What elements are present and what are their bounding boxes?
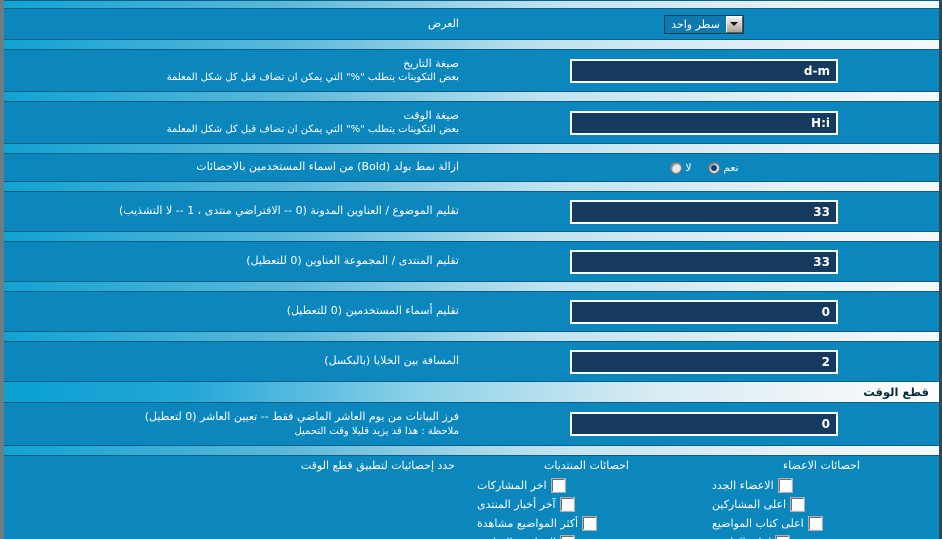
divider-8: [4, 445, 939, 456]
settings-page: سطر واحد العرض صيغة التاريخ بعض التكوينا…: [0, 0, 942, 539]
checkbox-new-members[interactable]: [777, 478, 793, 493]
radio-option-yes[interactable]: نعم: [707, 161, 739, 174]
row-cell-spacing: المسافة بين الخلايا (بالبكسل): [4, 342, 939, 381]
checkbox-latest-forum-news[interactable]: [559, 497, 575, 512]
radio-yes-label: نعم: [723, 161, 739, 174]
checkbox-label: آخر أخبار المنتدى: [477, 498, 556, 511]
checkbox-row[interactable]: اخر المشاركات: [477, 476, 696, 495]
time-format-sub: بعض التكوينات يتطلب "%" التي يمكن ان تضا…: [166, 124, 459, 136]
time-cutoff-sub: ملاحظة : هذا قد يزيد قليلا وقت التحميل: [294, 425, 459, 437]
column-stats-selector: حدد إحصائيات لتطبيق قطع الوقت: [4, 458, 469, 539]
row-trim-topic: تقليم الموضوع / العناوين المدونة (0 -- ا…: [4, 192, 939, 231]
row-display: سطر واحد العرض: [4, 9, 939, 39]
checkbox-label: اعلى كتاب المواضيع: [712, 517, 804, 530]
row-date-format: صيغة التاريخ بعض التكوينات يتطلب "%" الت…: [4, 50, 939, 91]
display-select-value: سطر واحد: [665, 15, 726, 33]
checkbox-row[interactable]: آخر أخبار المنتدى: [477, 495, 696, 514]
section-title: قطع الوقت: [863, 385, 929, 399]
display-label: العرض: [427, 16, 459, 30]
cell-spacing-label: المسافة بين الخلايا (بالبكسل): [324, 354, 459, 368]
date-format-cell: [469, 58, 939, 83]
remove-bold-cell: نعم لا: [469, 161, 939, 174]
trim-usernames-input[interactable]: [570, 299, 838, 324]
time-cutoff-input[interactable]: [570, 412, 838, 436]
column-members: احصائات الاعضاء الاعضاء الجدد اعلى المشا…: [704, 458, 939, 539]
checkbox-row[interactable]: أكثر المواضيع مشاهدة: [477, 514, 696, 533]
checkbox-row[interactable]: الاعضاء الجدد: [712, 476, 931, 495]
trim-usernames-label: تقليم أسماء المستخدمين (0 للتعطيل): [286, 304, 459, 318]
row-time-format: صيغة الوقت بعض التكوينات يتطلب "%" التي …: [4, 102, 939, 143]
divider-top: [4, 0, 939, 9]
remove-bold-label: ازالة نمط بولد (Bold) من اسماء المستخدمي…: [196, 160, 459, 174]
trim-forum-input[interactable]: [570, 249, 838, 274]
divider-7: [4, 331, 939, 342]
date-format-sub: بعض التكوينات يتطلب "%" التي يمكن ان تضا…: [166, 72, 459, 84]
divider-6: [4, 281, 939, 292]
trim-forum-cell: [469, 249, 939, 274]
time-cutoff-label-group: فرز البيانات من يوم العاشر الماضي فقط --…: [4, 408, 469, 440]
cell-spacing-cell: [469, 349, 939, 374]
radio-option-no[interactable]: لا: [669, 161, 692, 174]
section-header-time-cut: قطع الوقت: [4, 381, 939, 403]
cell-spacing-input[interactable]: [570, 349, 838, 374]
divider-4: [4, 181, 939, 192]
display-select[interactable]: سطر واحد: [664, 14, 744, 34]
date-format-input[interactable]: [570, 58, 838, 83]
checkbox-top-topic-writers[interactable]: [807, 516, 823, 531]
radio-no-label: لا: [685, 161, 692, 174]
checkbox-label: اعلى المشاركين: [712, 498, 787, 511]
divider-2: [4, 91, 939, 102]
stats-columns: احصائات الاعضاء الاعضاء الجدد اعلى المشا…: [4, 456, 939, 539]
time-format-cell: [469, 110, 939, 135]
date-format-label-group: صيغة التاريخ بعض التكوينات يتطلب "%" الت…: [4, 55, 469, 87]
checkbox-most-viewed-topics[interactable]: [582, 516, 598, 531]
row-trim-usernames: تقليم أسماء المستخدمين (0 للتعطيل): [4, 292, 939, 331]
checkbox-row[interactable]: اعلى الداعين: [712, 533, 931, 539]
time-cutoff-cell: [469, 412, 939, 436]
radio-yes[interactable]: [707, 161, 720, 174]
trim-usernames-cell: [469, 299, 939, 324]
time-format-input[interactable]: [570, 110, 838, 135]
divider-1: [4, 39, 939, 50]
radio-no[interactable]: [669, 161, 682, 174]
divider-5: [4, 231, 939, 242]
display-select-cell: سطر واحد: [469, 14, 939, 34]
time-format-label: صيغة الوقت: [403, 108, 459, 122]
remove-bold-radio-group: نعم لا: [669, 161, 739, 174]
checkbox-row[interactable]: اعلى المشاركين: [712, 495, 931, 514]
checkbox-row[interactable]: المواضيع الساخنة: [477, 533, 696, 539]
column-members-heading: احصائات الاعضاء: [783, 459, 860, 472]
divider-3: [4, 143, 939, 154]
checkbox-latest-posts[interactable]: [550, 478, 566, 493]
checkbox-top-posters[interactable]: [790, 497, 806, 512]
date-format-label: صيغة التاريخ: [403, 56, 459, 70]
checkbox-label: أكثر المواضيع مشاهدة: [477, 517, 579, 530]
row-time-cutoff: فرز البيانات من يوم العاشر الماضي فقط --…: [4, 403, 939, 445]
checkbox-label: الاعضاء الجدد: [712, 479, 774, 492]
row-trim-forum: تقليم المنتدى / المجموعة العناوين (0 للت…: [4, 242, 939, 281]
trim-forum-label: تقليم المنتدى / المجموعة العناوين (0 للت…: [246, 254, 459, 268]
time-cutoff-label: فرز البيانات من يوم العاشر الماضي فقط --…: [144, 410, 459, 424]
time-format-label-group: صيغة الوقت بعض التكوينات يتطلب "%" التي …: [4, 107, 469, 139]
row-remove-bold: نعم لا ازالة نمط بولد (Bold) من اسماء ال…: [4, 154, 939, 181]
trim-topic-cell: [469, 199, 939, 224]
checkbox-row[interactable]: اعلى كتاب المواضيع: [712, 514, 931, 533]
stats-selector-label: حدد إحصائيات لتطبيق قطع الوقت: [300, 459, 455, 472]
column-forums-heading: احصائات المنتديات: [544, 459, 629, 472]
checkbox-label: اخر المشاركات: [477, 479, 547, 492]
trim-topic-label: تقليم الموضوع / العناوين المدونة (0 -- ا…: [119, 204, 459, 218]
chevron-down-icon[interactable]: [725, 15, 743, 33]
trim-topic-input[interactable]: [570, 199, 838, 224]
column-forums: احصائات المنتديات اخر المشاركات آخر أخبا…: [469, 458, 704, 539]
